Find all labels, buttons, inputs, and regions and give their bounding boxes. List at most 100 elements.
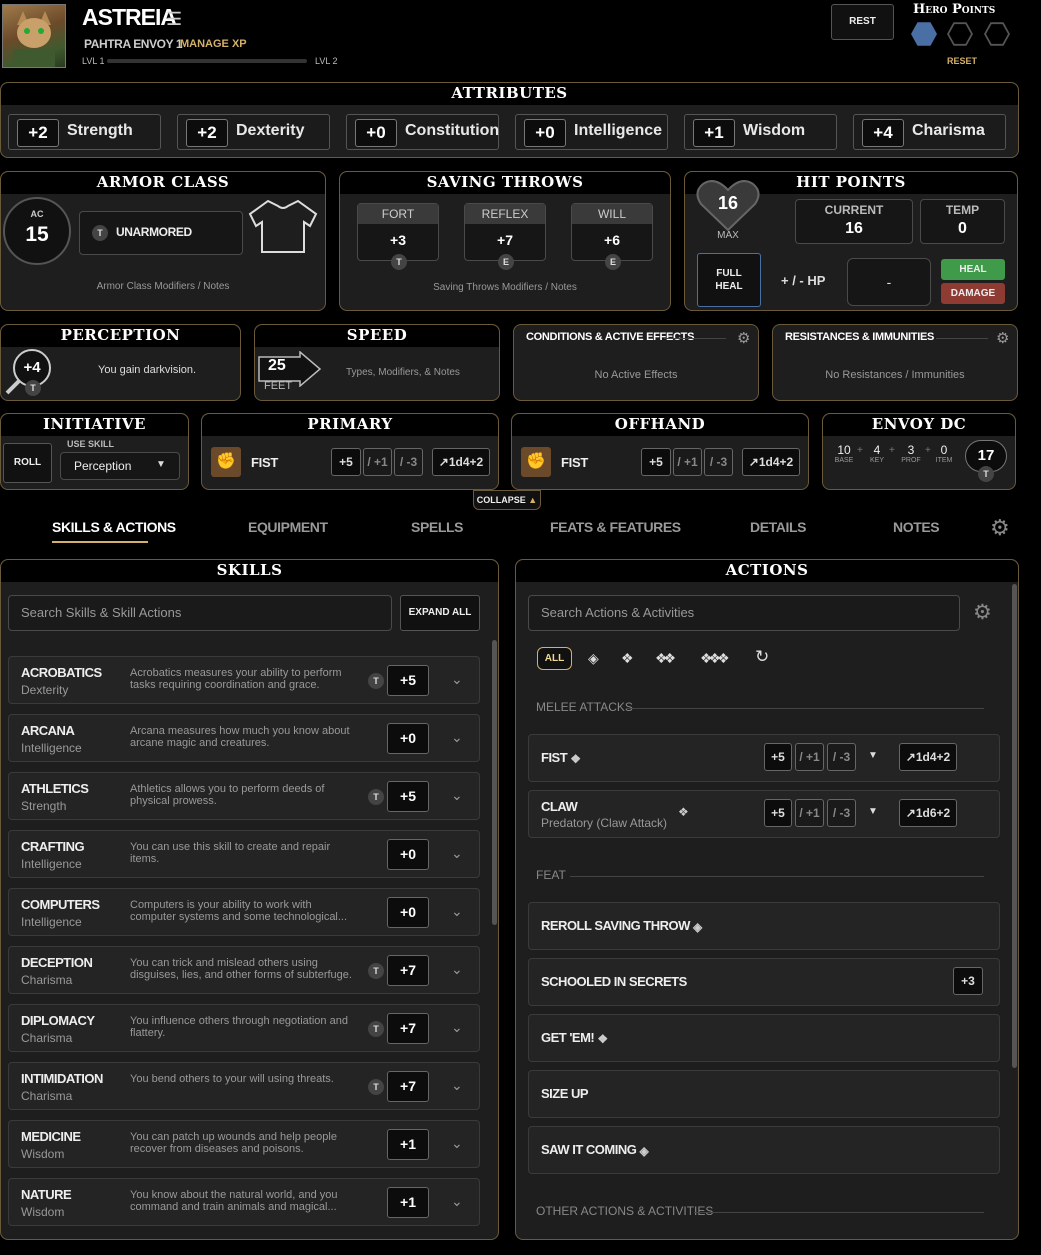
- save-fort[interactable]: FORT +3 T: [357, 203, 439, 270]
- skill-modifier[interactable]: +7: [387, 955, 429, 986]
- skill-modifier[interactable]: +7: [387, 1013, 429, 1044]
- attribute-intelligence[interactable]: +0 Intelligence: [515, 114, 668, 150]
- settings-gear-icon[interactable]: ⚙: [990, 515, 1010, 541]
- tab-spells[interactable]: SPELLS: [411, 519, 463, 535]
- attack-row-fist[interactable]: FIST ❖ +5 / +1 / -3 ▼ ↗1d4+2: [528, 734, 1000, 782]
- damage-roll-button[interactable]: ↗1d4+2: [742, 448, 800, 476]
- map2-button[interactable]: / +1: [795, 743, 824, 771]
- tab-equipment[interactable]: EQUIPMENT: [248, 519, 328, 535]
- hero-point-3[interactable]: [984, 22, 1010, 46]
- attribute-strength[interactable]: +2 Strength: [8, 114, 161, 150]
- attack-bonus-button[interactable]: +5: [641, 448, 671, 476]
- menu-icon[interactable]: ☰: [166, 9, 182, 30]
- chevron-down-icon[interactable]: ⌄: [451, 787, 463, 804]
- skill-modifier[interactable]: +1: [387, 1187, 429, 1218]
- feat-row-get-em[interactable]: GET 'EM! ❖: [528, 1014, 1000, 1062]
- current-hp[interactable]: CURRENT 16: [795, 199, 913, 244]
- feat-row-size-up[interactable]: SIZE UP: [528, 1070, 1000, 1118]
- chevron-down-icon[interactable]: ⌄: [451, 1077, 463, 1094]
- chevron-down-icon[interactable]: ⌄: [451, 961, 463, 978]
- skill-row-computers[interactable]: COMPUTERS Intelligence Computers is your a…: [8, 888, 480, 936]
- skill-modifier[interactable]: +5: [387, 781, 429, 812]
- attribute-charisma[interactable]: +4 Charisma: [853, 114, 1006, 150]
- manage-xp-link[interactable]: MANAGE XP: [180, 38, 247, 50]
- map3-button[interactable]: / -3: [704, 448, 733, 476]
- skill-row-medicine[interactable]: MEDICINE Wisdom You can patch up wounds an…: [8, 1120, 480, 1168]
- feat-bonus-button[interactable]: +3: [953, 967, 983, 995]
- skill-row-crafting[interactable]: CRAFTING Intelligence You can use this ski…: [8, 830, 480, 878]
- skill-modifier[interactable]: +0: [387, 897, 429, 928]
- two-action-filter-icon[interactable]: ❖❖: [655, 650, 676, 667]
- damage-button[interactable]: DAMAGE: [941, 283, 1005, 304]
- speed-notes[interactable]: Types, Modifiers, & Notes: [346, 367, 460, 378]
- hero-point-2[interactable]: [947, 22, 973, 46]
- full-heal-button[interactable]: FULL HEAL: [697, 253, 761, 307]
- temp-hp[interactable]: TEMP 0: [920, 199, 1005, 244]
- three-action-filter-icon[interactable]: ❖❖❖: [700, 650, 730, 667]
- damage-roll-button[interactable]: ↗1d4+2: [899, 743, 957, 771]
- actions-scrollbar[interactable]: [1012, 584, 1017, 1068]
- map2-button[interactable]: / +1: [363, 448, 392, 476]
- map3-button[interactable]: / -3: [394, 448, 423, 476]
- gear-icon[interactable]: ⚙: [973, 600, 992, 625]
- roll-initiative-button[interactable]: ROLL: [3, 443, 52, 483]
- saves-notes[interactable]: Saving Throws Modifiers / Notes: [339, 282, 671, 293]
- attack-bonus-button[interactable]: +5: [764, 743, 792, 771]
- skill-row-athletics[interactable]: ATHLETICS Strength Athletics allows you to…: [8, 772, 480, 820]
- one-action-filter-icon[interactable]: ❖: [621, 650, 634, 667]
- map2-button[interactable]: / +1: [795, 799, 824, 827]
- skill-row-arcana[interactable]: ARCANA Intelligence Arcana measures how mu…: [8, 714, 480, 762]
- hp-change-input[interactable]: -: [847, 258, 931, 306]
- expand-all-button[interactable]: EXPAND ALL: [400, 595, 480, 631]
- attack-bonus-button[interactable]: +5: [331, 448, 361, 476]
- skill-row-diplomacy[interactable]: DIPLOMACY Charisma You influence others th…: [8, 1004, 480, 1052]
- armor-notes[interactable]: Armor Class Modifiers / Notes: [0, 281, 326, 292]
- skill-modifier[interactable]: +1: [387, 1129, 429, 1160]
- reaction-filter-icon[interactable]: ↻: [755, 647, 769, 667]
- chevron-down-icon[interactable]: ⌄: [451, 1193, 463, 1210]
- map3-button[interactable]: / -3: [827, 743, 856, 771]
- skills-scrollbar[interactable]: [492, 640, 497, 925]
- skill-modifier[interactable]: +7: [387, 1071, 429, 1102]
- chevron-down-icon[interactable]: ⌄: [451, 671, 463, 688]
- skills-search-input[interactable]: Search Skills & Skill Actions: [8, 595, 392, 631]
- feat-row-schooled-in-secrets[interactable]: SCHOOLED IN SECRETS +3: [528, 958, 1000, 1006]
- chevron-down-icon[interactable]: ⌄: [451, 1135, 463, 1152]
- chevron-down-icon[interactable]: ▼: [868, 806, 878, 817]
- gear-icon[interactable]: ⚙: [737, 329, 750, 347]
- tab-feats-features[interactable]: FEATS & FEATURES: [550, 519, 681, 535]
- feat-row-saw-it-coming[interactable]: SAW IT COMING ◈: [528, 1126, 1000, 1174]
- filter-all-button[interactable]: ALL: [537, 647, 572, 670]
- skill-row-intimidation[interactable]: INTIMIDATION Charisma You bend others to y…: [8, 1062, 480, 1110]
- map3-button[interactable]: / -3: [827, 799, 856, 827]
- attribute-constitution[interactable]: +0 Constitution: [346, 114, 499, 150]
- skill-row-acrobatics[interactable]: ACROBATICS Dexterity Acrobatics measures y…: [8, 656, 480, 704]
- skill-modifier[interactable]: +5: [387, 665, 429, 696]
- attribute-wisdom[interactable]: +1 Wisdom: [684, 114, 837, 150]
- tab-details[interactable]: DETAILS: [750, 519, 806, 535]
- free-action-filter-icon[interactable]: ◈: [588, 650, 599, 667]
- collapse-button[interactable]: COLLAPSE ▲: [473, 490, 541, 510]
- ac-shield[interactable]: AC 15: [3, 197, 71, 265]
- hero-point-1[interactable]: [911, 22, 937, 46]
- initiative-skill-select[interactable]: Perception ▼: [60, 452, 180, 480]
- chevron-down-icon[interactable]: ⌄: [451, 729, 463, 746]
- chevron-down-icon[interactable]: ▼: [868, 750, 878, 761]
- skill-modifier[interactable]: +0: [387, 723, 429, 754]
- damage-roll-button[interactable]: ↗1d4+2: [432, 448, 490, 476]
- avatar[interactable]: [2, 4, 66, 68]
- damage-roll-button[interactable]: ↗1d6+2: [899, 799, 957, 827]
- save-will[interactable]: WILL +6 E: [571, 203, 653, 270]
- chevron-down-icon[interactable]: ⌄: [451, 845, 463, 862]
- tab-notes[interactable]: NOTES: [893, 519, 940, 535]
- attribute-dexterity[interactable]: +2 Dexterity: [177, 114, 330, 150]
- save-reflex[interactable]: REFLEX +7 E: [464, 203, 546, 270]
- rest-button[interactable]: REST: [831, 4, 894, 40]
- feat-row-reroll-saving-throw[interactable]: REROLL SAVING THROW ◈: [528, 902, 1000, 950]
- attack-row-claw[interactable]: CLAW Predatory (Claw Attack) ❖ +5 / +1 /…: [528, 790, 1000, 838]
- tab-skills-actions[interactable]: SKILLS & ACTIONS: [52, 519, 176, 535]
- chevron-down-icon[interactable]: ⌄: [451, 1019, 463, 1036]
- heal-button[interactable]: HEAL: [941, 259, 1005, 280]
- attack-bonus-button[interactable]: +5: [764, 799, 792, 827]
- gear-icon[interactable]: ⚙: [996, 329, 1009, 347]
